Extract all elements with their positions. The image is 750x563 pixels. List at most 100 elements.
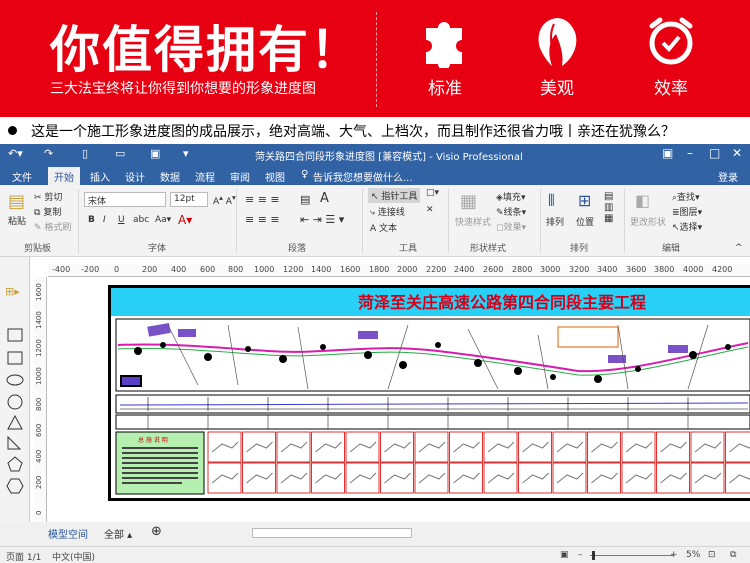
font-size-select[interactable]: 12pt (170, 192, 208, 207)
tab-model-space[interactable]: 模型空间 (48, 526, 88, 541)
photo-cell (276, 431, 311, 463)
close-icon[interactable]: ✕ (732, 146, 742, 160)
select-button[interactable]: ↖选择▾ (672, 220, 702, 233)
menu-file[interactable]: 文件 (12, 169, 32, 184)
fit-page-icon[interactable]: ▣ (560, 550, 569, 560)
open-folder-icon[interactable]: ▭ (115, 147, 125, 160)
drawing-title: 菏泽至关庄高速公路第四合同段主要工程 (358, 293, 646, 312)
fill-button[interactable]: ◈填充▾ (496, 190, 525, 203)
login-link[interactable]: 登录 (718, 169, 738, 184)
redo-icon[interactable]: ↷ (44, 147, 53, 160)
copy-button[interactable]: ⧉ 复制 (34, 205, 61, 218)
maximize-icon[interactable]: □ (709, 146, 720, 160)
align-icon[interactable]: ⫴ (548, 191, 555, 211)
layers-button[interactable]: ≣图层▾ (672, 205, 702, 218)
menu-insert[interactable]: 插入 (90, 169, 110, 184)
horizontal-scrollbar[interactable] (252, 528, 412, 538)
zoom-level[interactable]: 5% (686, 550, 700, 560)
underline-button[interactable]: U (118, 215, 125, 225)
pointer-icon: ↖ (371, 192, 379, 202)
align-middle-icons[interactable]: ≡ ≡ ≡ (245, 213, 280, 226)
quick-styles-button[interactable]: 快速样式 (455, 215, 491, 228)
layers-icon: ≣ (672, 208, 680, 218)
italic-button[interactable]: I (103, 215, 106, 225)
photo-cell (207, 462, 242, 494)
text-tool-button[interactable]: A 文本 (370, 221, 397, 234)
arrange-small-icons[interactable]: ▤ ▥ ▦ (604, 191, 613, 224)
font-family-select[interactable]: 宋体 (84, 192, 166, 207)
menu-home[interactable]: 开始 (48, 167, 80, 185)
quick-styles-icon[interactable]: ▦ (460, 191, 477, 212)
effects-button[interactable]: ◻效果▾ (496, 220, 526, 233)
format-painter-button[interactable]: ✎ 格式刷 (34, 220, 71, 233)
indent-icons[interactable]: ⇤ ⇥ ☰ ▾ (300, 213, 344, 226)
ruler-tick: 3800 (654, 265, 675, 274)
group-shape-styles: 形状样式 (470, 244, 507, 254)
rectangle-icon[interactable]: □▾ (426, 188, 439, 198)
case-button[interactable]: Aa▾ (155, 215, 171, 225)
font-color-button[interactable]: A▾ (178, 213, 192, 227)
paste-button[interactable]: 粘贴 (8, 214, 26, 227)
legend-title: 总 施 说 明 (138, 436, 168, 444)
ruler-tick: -400 (52, 265, 71, 274)
status-language[interactable]: 中文(中国) (52, 550, 95, 563)
ruler-tick: 800 (228, 265, 244, 274)
text-direction-icon[interactable]: A (320, 191, 329, 206)
strikethrough-button[interactable]: abc (133, 215, 149, 225)
find-button[interactable]: ⌕查找▾ (672, 190, 700, 203)
menu-view[interactable]: 视图 (265, 169, 285, 184)
connector-button[interactable]: ⤷ 连接线 (370, 205, 405, 218)
zoom-slider[interactable] (590, 555, 674, 556)
undo-icon[interactable]: ↶▾ (8, 147, 23, 160)
promo-banner: 你值得拥有！ 三大法宝终将让你得到你想要的形象进度图 标准 美观 效率 (0, 0, 750, 117)
effects-label: 效果 (503, 223, 522, 233)
ruler-tick: 1000 (35, 367, 43, 385)
line-button[interactable]: ✎线条▾ (496, 205, 526, 218)
tab-all[interactable]: 全部 ▴ (104, 526, 132, 541)
brush-icon: ✎ (34, 223, 42, 233)
save-icon[interactable]: ▣ (150, 147, 160, 160)
align-icons[interactable]: ≡ ≡ ≡ (245, 193, 280, 206)
customize-icon[interactable]: ▾ (183, 147, 189, 160)
align-button[interactable]: 排列 (546, 215, 564, 228)
separator (448, 189, 449, 253)
zoom-out-icon[interactable]: – (578, 550, 583, 560)
position-button[interactable]: 位置 (576, 215, 594, 228)
tell-me-box[interactable]: 告诉我您想要做什么... (313, 169, 413, 184)
fit-window-icon[interactable]: ⊡ (708, 550, 716, 560)
menu-data[interactable]: 数据 (160, 169, 180, 184)
ruler-tick: 200 (142, 265, 158, 274)
hair-icon (538, 18, 577, 66)
collapse-ribbon-icon[interactable]: ^ (735, 243, 743, 253)
menu-process[interactable]: 流程 (195, 169, 215, 184)
horizontal-ruler: -400 -200 0 200 400 600 800 1000 1200 14… (48, 264, 750, 277)
zoom-in-icon[interactable]: + (670, 550, 678, 560)
window-title: 菏关路四合同段形象进度图 [兼容模式] - Visio Professional (255, 152, 523, 163)
close-tool-icon[interactable]: ✕ (426, 205, 434, 215)
pointer-tool-button[interactable]: ↖ 指针工具 (368, 188, 421, 203)
paste-icon[interactable]: ▤ (8, 191, 25, 212)
vertical-ruler: 1600 1400 1200 1000 800 600 400 200 0 (34, 277, 47, 527)
minimize-icon[interactable]: – (687, 146, 693, 160)
zoom-slider-thumb[interactable] (592, 551, 595, 560)
add-page-icon[interactable]: ⊕ (151, 524, 162, 539)
menu-review[interactable]: 审阅 (230, 169, 250, 184)
copy-label: 复制 (43, 208, 62, 218)
switch-windows-icon[interactable]: ⧉ (730, 550, 736, 560)
change-shape-button[interactable]: 更改形状 (630, 215, 666, 228)
progress-drawing[interactable]: 菏泽至关庄高速公路第四合同段主要工程 总 施 说 明 (108, 285, 750, 501)
ribbon-options-icon[interactable]: ▣ (662, 146, 673, 160)
new-file-icon[interactable]: ▯ (82, 147, 88, 160)
ruler-tick: 4200 (712, 265, 733, 274)
format-painter-label: 格式刷 (44, 223, 72, 233)
grow-font-icon[interactable]: A▴ A▾ (213, 193, 236, 207)
shapes-icons[interactable]: ⊞▸ (0, 257, 30, 535)
position-icon[interactable]: ⊞ (578, 191, 591, 210)
menu-design[interactable]: 设计 (125, 169, 145, 184)
find-label: 查找 (677, 193, 696, 203)
change-shape-icon[interactable]: ◧ (635, 191, 650, 210)
bold-button[interactable]: B (88, 215, 95, 225)
cut-button[interactable]: ✂ 剪切 (34, 190, 62, 203)
photo-cell (345, 431, 380, 463)
text-block-icon[interactable]: ▤ (300, 193, 310, 206)
